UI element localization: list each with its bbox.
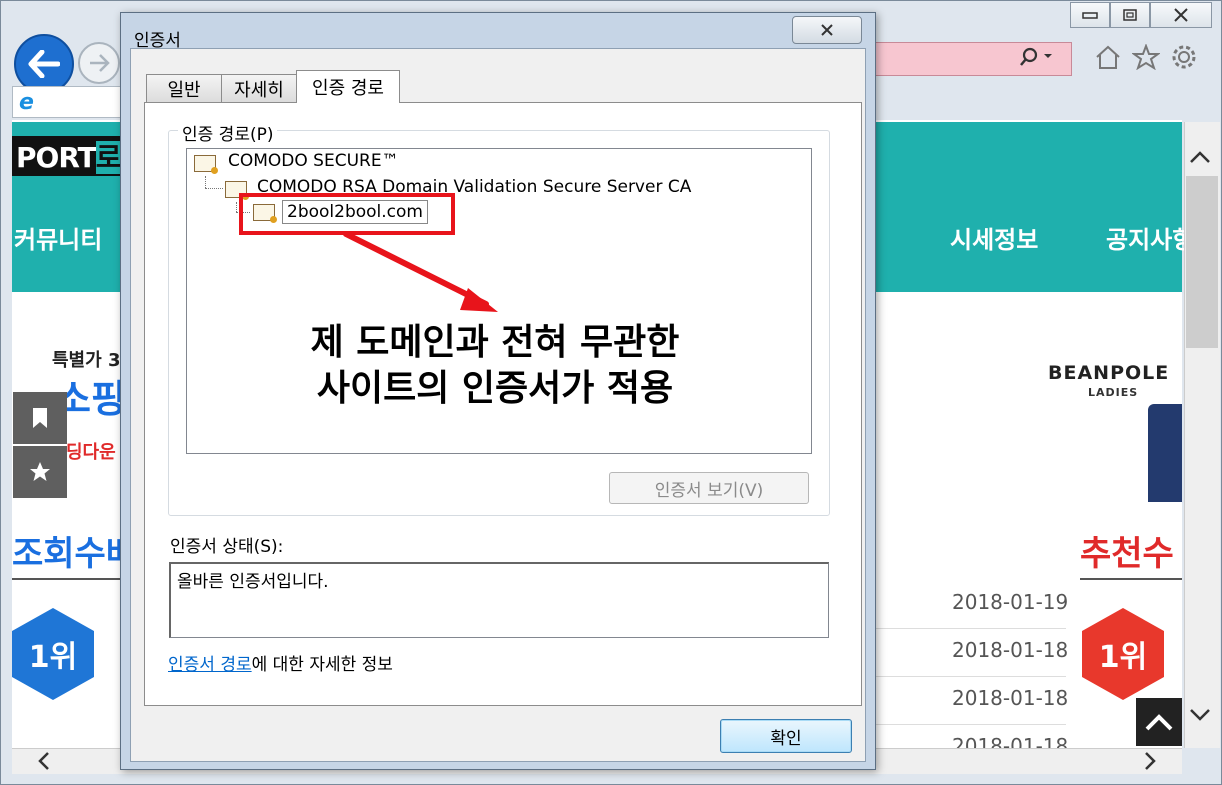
recommend-ranking-title: 추천수 <box>1080 534 1174 574</box>
divider <box>12 578 122 580</box>
tree-node-root[interactable]: COMODO SECURE™ <box>228 151 399 171</box>
rank-badge-text: 1위 <box>28 640 78 675</box>
scroll-down-icon[interactable] <box>1188 704 1212 729</box>
annotation-line-1: 제 도메인과 전혀 무관한 <box>310 322 680 363</box>
favorites-star-icon[interactable] <box>1130 43 1162 76</box>
row-divider <box>876 676 1066 677</box>
back-button[interactable] <box>14 34 74 94</box>
site-logo[interactable]: PORT로 <box>12 136 125 176</box>
views-ranking-title: 조회수베 <box>12 534 138 574</box>
scroll-to-top-button[interactable] <box>1136 698 1182 746</box>
browser-tab[interactable]: e <box>12 86 122 118</box>
restore-button[interactable] <box>1110 2 1150 28</box>
star-icon <box>30 462 50 481</box>
nav-community[interactable]: 커뮤니티 <box>14 220 102 255</box>
close-icon <box>1174 8 1188 22</box>
info-line: 인증서 경로에 대한 자세한 정보 <box>168 650 393 675</box>
brand-sub: LADIES <box>1088 386 1139 399</box>
row-divider <box>876 628 1066 629</box>
bookmark-button[interactable] <box>13 392 67 444</box>
site-logo-text: PORT <box>16 141 97 174</box>
status-textbox[interactable]: 올바른 인증서입니다. <box>169 562 829 638</box>
post-date: 2018-01-18 <box>952 686 1069 710</box>
status-label: 인증서 상태(S): <box>170 537 284 557</box>
scroll-right-icon[interactable] <box>1142 750 1158 776</box>
minimize-icon <box>1082 12 1098 19</box>
chevron-up-icon <box>1145 714 1173 731</box>
brand-name: BEANPOLE <box>1048 362 1170 384</box>
tree-connector <box>205 188 223 189</box>
search-icon[interactable] <box>1018 46 1054 73</box>
minimize-button[interactable] <box>1070 2 1110 28</box>
close-window-button[interactable] <box>1150 2 1212 28</box>
tab-details[interactable]: 자세히 <box>221 74 297 102</box>
forward-button[interactable] <box>78 42 120 84</box>
gear-icon[interactable] <box>1170 44 1198 76</box>
tab-certification-path[interactable]: 인증 경로 <box>296 70 400 103</box>
certificate-icon <box>194 155 218 174</box>
home-icon[interactable] <box>1094 44 1122 76</box>
arrow-left-icon <box>28 50 60 78</box>
nav-notice[interactable]: 공지사항 <box>1106 220 1194 255</box>
rank-badge-text: 1위 <box>1098 640 1148 675</box>
annotation-line-2: 사이트의 인증서가 적용 <box>316 368 674 409</box>
promo-text-3: 딩다운 <box>66 442 116 463</box>
post-date: 2018-01-18 <box>952 734 1069 748</box>
tree-connector <box>205 176 206 188</box>
post-date: 2018-01-18 <box>952 638 1069 662</box>
annotation-arrow-icon <box>343 231 498 312</box>
ok-button[interactable]: 확인 <box>720 719 852 753</box>
view-certificate-button[interactable]: 인증서 보기(V) <box>609 472 809 504</box>
scrollbar-thumb[interactable] <box>1186 176 1218 348</box>
tree-connector <box>236 202 237 212</box>
product-image[interactable] <box>1148 404 1182 502</box>
nav-price-info[interactable]: 시세정보 <box>950 220 1038 255</box>
group-label: 인증 경로(P) <box>178 120 278 145</box>
scroll-left-icon[interactable] <box>36 750 52 776</box>
info-suffix: 에 대한 자세한 정보 <box>251 655 393 675</box>
annotation-text: 제 도메인과 전혀 무관한 사이트의 인증서가 적용 <box>240 320 750 412</box>
divider <box>1080 578 1182 580</box>
row-divider <box>876 724 1066 725</box>
star-button[interactable] <box>13 446 67 498</box>
bookmark-icon <box>33 408 47 428</box>
restore-icon <box>1123 9 1137 21</box>
scroll-up-icon[interactable] <box>1188 146 1212 171</box>
ie-logo-icon: e <box>19 89 34 115</box>
site-logo-suffix: 로 <box>95 141 121 174</box>
close-icon <box>821 24 833 36</box>
certification-path-link[interactable]: 인증서 경로 <box>168 655 252 675</box>
post-date: 2018-01-19 <box>952 590 1069 614</box>
tab-general[interactable]: 일반 <box>146 74 222 102</box>
arrow-right-icon <box>90 54 110 72</box>
dialog-close-button[interactable] <box>792 16 862 44</box>
window-controls <box>1070 2 1212 28</box>
